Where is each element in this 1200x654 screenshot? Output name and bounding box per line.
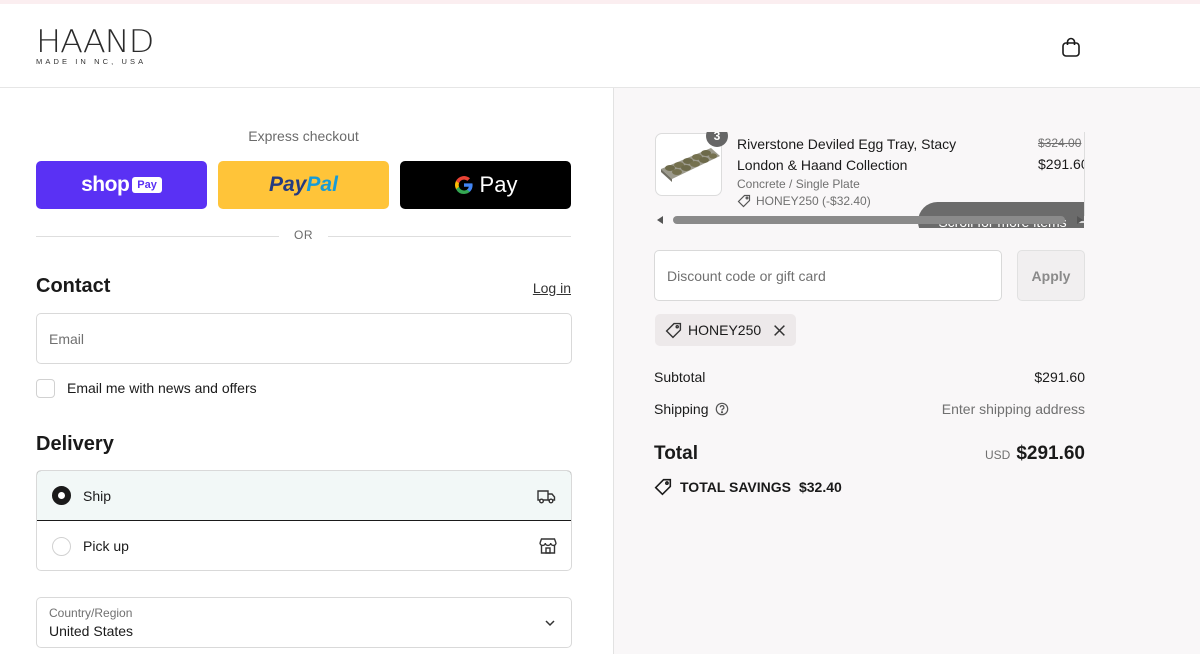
discounted-price: $291.60 [1038, 156, 1084, 172]
google-pay-button[interactable]: Pay [400, 161, 571, 209]
paypal-button[interactable]: PayPal [218, 161, 389, 209]
scroll-right-arrow[interactable] [1077, 216, 1083, 224]
product-discount: HONEY250 (-$32.40) [737, 194, 871, 208]
original-price: $324.00 [1038, 136, 1082, 150]
pickup-label: Pick up [83, 538, 129, 554]
chevron-down-icon [545, 620, 555, 627]
email-input[interactable] [37, 314, 571, 363]
help-circle-icon[interactable] [715, 402, 729, 416]
line-item-divider [1084, 132, 1085, 216]
total-row: Total USD $291.60 [654, 443, 1085, 469]
tag-icon [737, 194, 751, 208]
news-opt-in[interactable]: Email me with news and offers [36, 378, 257, 398]
shop-pay-word: shop [81, 173, 130, 196]
news-checkbox-label: Email me with news and offers [67, 380, 257, 396]
shop-pay-button[interactable]: shop Pay [36, 161, 207, 209]
tag-icon [654, 478, 672, 496]
subtotal-value: $291.60 [1034, 369, 1085, 385]
tag-icon [665, 322, 682, 338]
store-icon [539, 538, 557, 554]
applied-discount-chip: HONEY250 [655, 314, 797, 346]
delivery-option-pickup[interactable]: Pick up [37, 521, 571, 570]
or-divider: OR [36, 228, 571, 244]
country-region-value: United States [49, 623, 134, 639]
subtotal-label: Subtotal [654, 369, 706, 385]
contact-heading: Contact [36, 275, 111, 297]
horizontal-scrollbar[interactable] [656, 214, 1084, 228]
haand-logo[interactable]: HAAND MADE IN NC, USA [36, 26, 166, 68]
ship-radio[interactable] [52, 486, 71, 505]
cart-button[interactable] [1058, 34, 1084, 60]
scroll-left-arrow[interactable] [657, 216, 663, 224]
google-pay-word: Pay [479, 172, 518, 197]
news-checkbox[interactable] [36, 378, 55, 398]
shop-pay-badge: Pay [132, 177, 162, 193]
order-summary: 3 Riverstone Deviled Egg Tray, Stacy Lon… [613, 88, 1200, 654]
currency-code: USD [984, 448, 1011, 462]
delivery-option-ship[interactable]: Ship [37, 471, 571, 521]
log-in-link[interactable]: Log in [520, 280, 571, 296]
total-savings: TOTAL SAVINGS $32.40 [654, 478, 842, 496]
shipping-value: Enter shipping address [941, 401, 1085, 417]
country-region-caption: Country/Region [49, 606, 133, 620]
site-header: HAAND MADE IN NC, USA [0, 4, 1200, 88]
applied-discount-code: HONEY250 [688, 322, 762, 338]
shopping-bag-icon [1062, 37, 1080, 57]
savings-value: $32.40 [798, 479, 842, 495]
logo-word: HAAND [36, 24, 154, 60]
checkout-main: Express checkout shop Pay PayPal Pay OR … [0, 88, 613, 654]
discount-field-wrapper [654, 250, 1002, 301]
total-label: Total [654, 443, 698, 464]
discount-code-input[interactable] [655, 251, 1001, 300]
shipping-label: Shipping [654, 401, 709, 417]
total-value: $291.60 [1016, 443, 1085, 464]
savings-label: TOTAL SAVINGS [680, 479, 791, 495]
close-icon[interactable] [773, 324, 786, 337]
scroll-thumb[interactable] [673, 216, 1065, 224]
paypal-word-1: Pay [269, 173, 307, 196]
country-region-select[interactable]: Country/Region United States [36, 597, 572, 648]
delivery-options: Pick up Ship [36, 470, 572, 571]
email-field-wrapper [36, 313, 572, 364]
delivery-heading: Delivery [36, 433, 114, 455]
or-label: OR [294, 228, 313, 242]
google-g-icon [454, 176, 473, 194]
apply-button[interactable]: Apply [1017, 250, 1085, 301]
ship-label: Ship [83, 487, 112, 504]
pickup-radio[interactable] [52, 536, 71, 556]
paypal-word-2: Pal [306, 173, 338, 196]
truck-icon [537, 490, 556, 504]
express-checkout-title: Express checkout [248, 128, 359, 144]
product-title: Riverstone Deviled Egg Tray, Stacy Londo… [737, 136, 957, 173]
product-variant: Concrete / Single Plate [737, 177, 860, 191]
product-discount-text: HONEY250 (-$32.40) [756, 194, 871, 208]
